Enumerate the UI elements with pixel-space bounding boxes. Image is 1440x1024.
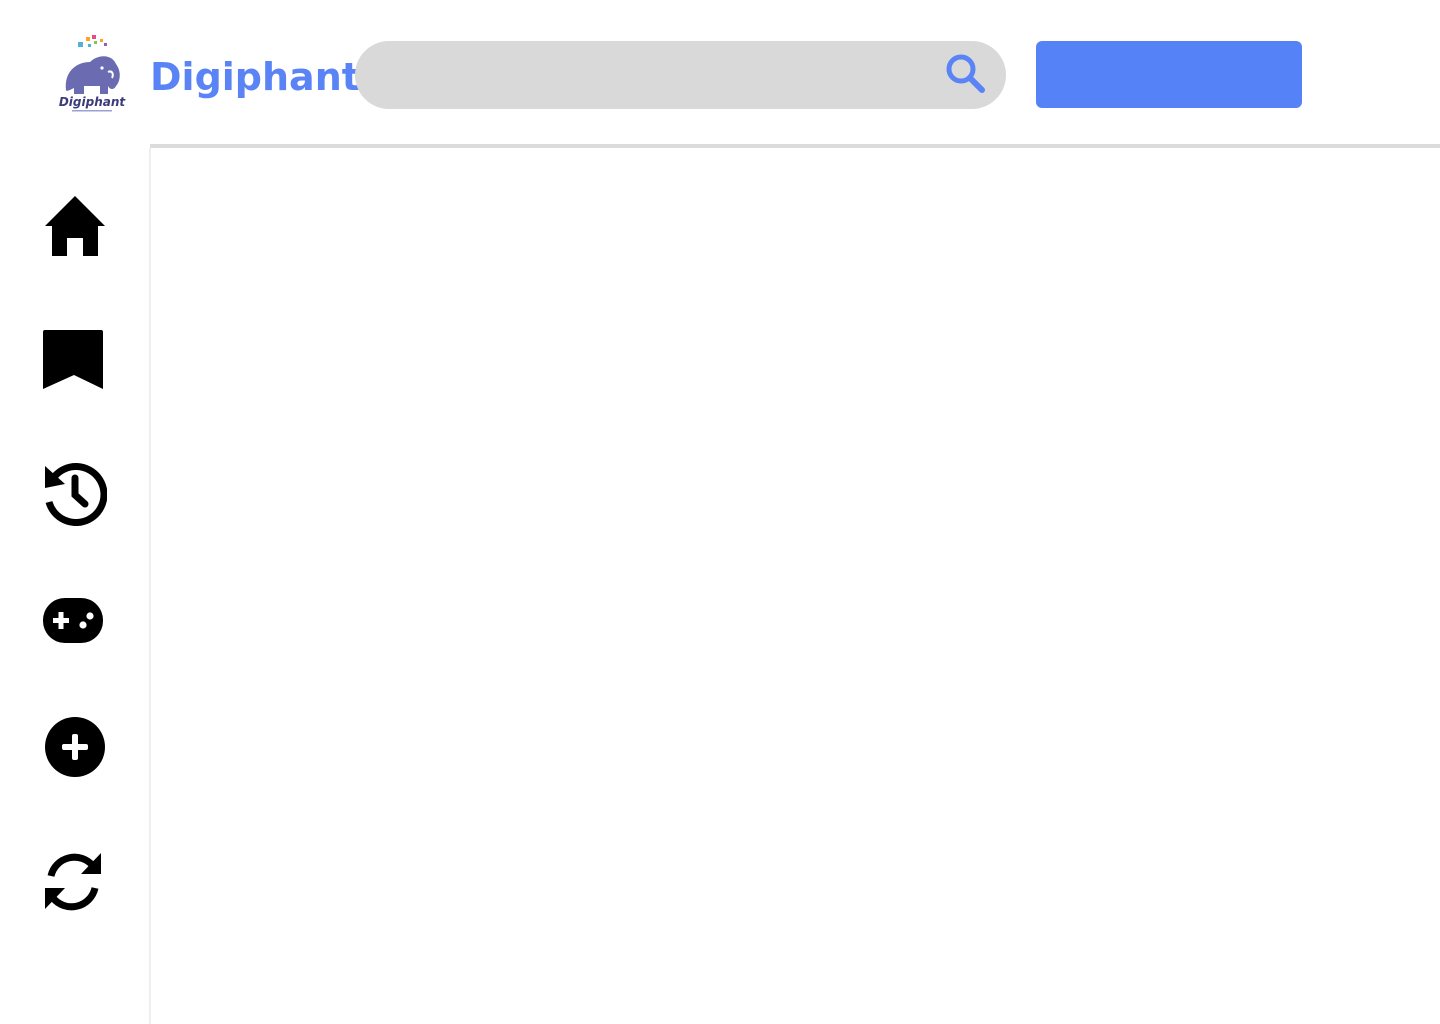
sidebar-item-games[interactable]	[43, 590, 107, 654]
primary-action-button[interactable]	[1036, 41, 1302, 108]
brand-logo[interactable]: Digiphant	[50, 32, 134, 116]
search-icon	[946, 54, 985, 93]
search-bar	[355, 41, 1006, 111]
sidebar-item-create[interactable]	[43, 715, 107, 779]
sidebar-item-refresh[interactable]	[43, 850, 107, 914]
bookmark-icon	[43, 330, 103, 389]
sidebar-item-home[interactable]	[43, 194, 107, 258]
search-input[interactable]	[383, 41, 937, 111]
main-content	[151, 148, 1440, 1024]
brand-name[interactable]: Digiphant	[150, 54, 360, 100]
plus-circle-icon	[45, 717, 105, 777]
sidebar-item-bookmarks[interactable]	[43, 329, 107, 393]
gamepad-icon	[43, 598, 103, 643]
refresh-icon	[45, 853, 101, 911]
history-icon	[45, 463, 107, 526]
search-button[interactable]	[943, 51, 987, 95]
logo-text: Digiphant	[59, 95, 127, 109]
sidebar-item-history[interactable]	[43, 462, 107, 526]
home-icon	[45, 196, 105, 256]
